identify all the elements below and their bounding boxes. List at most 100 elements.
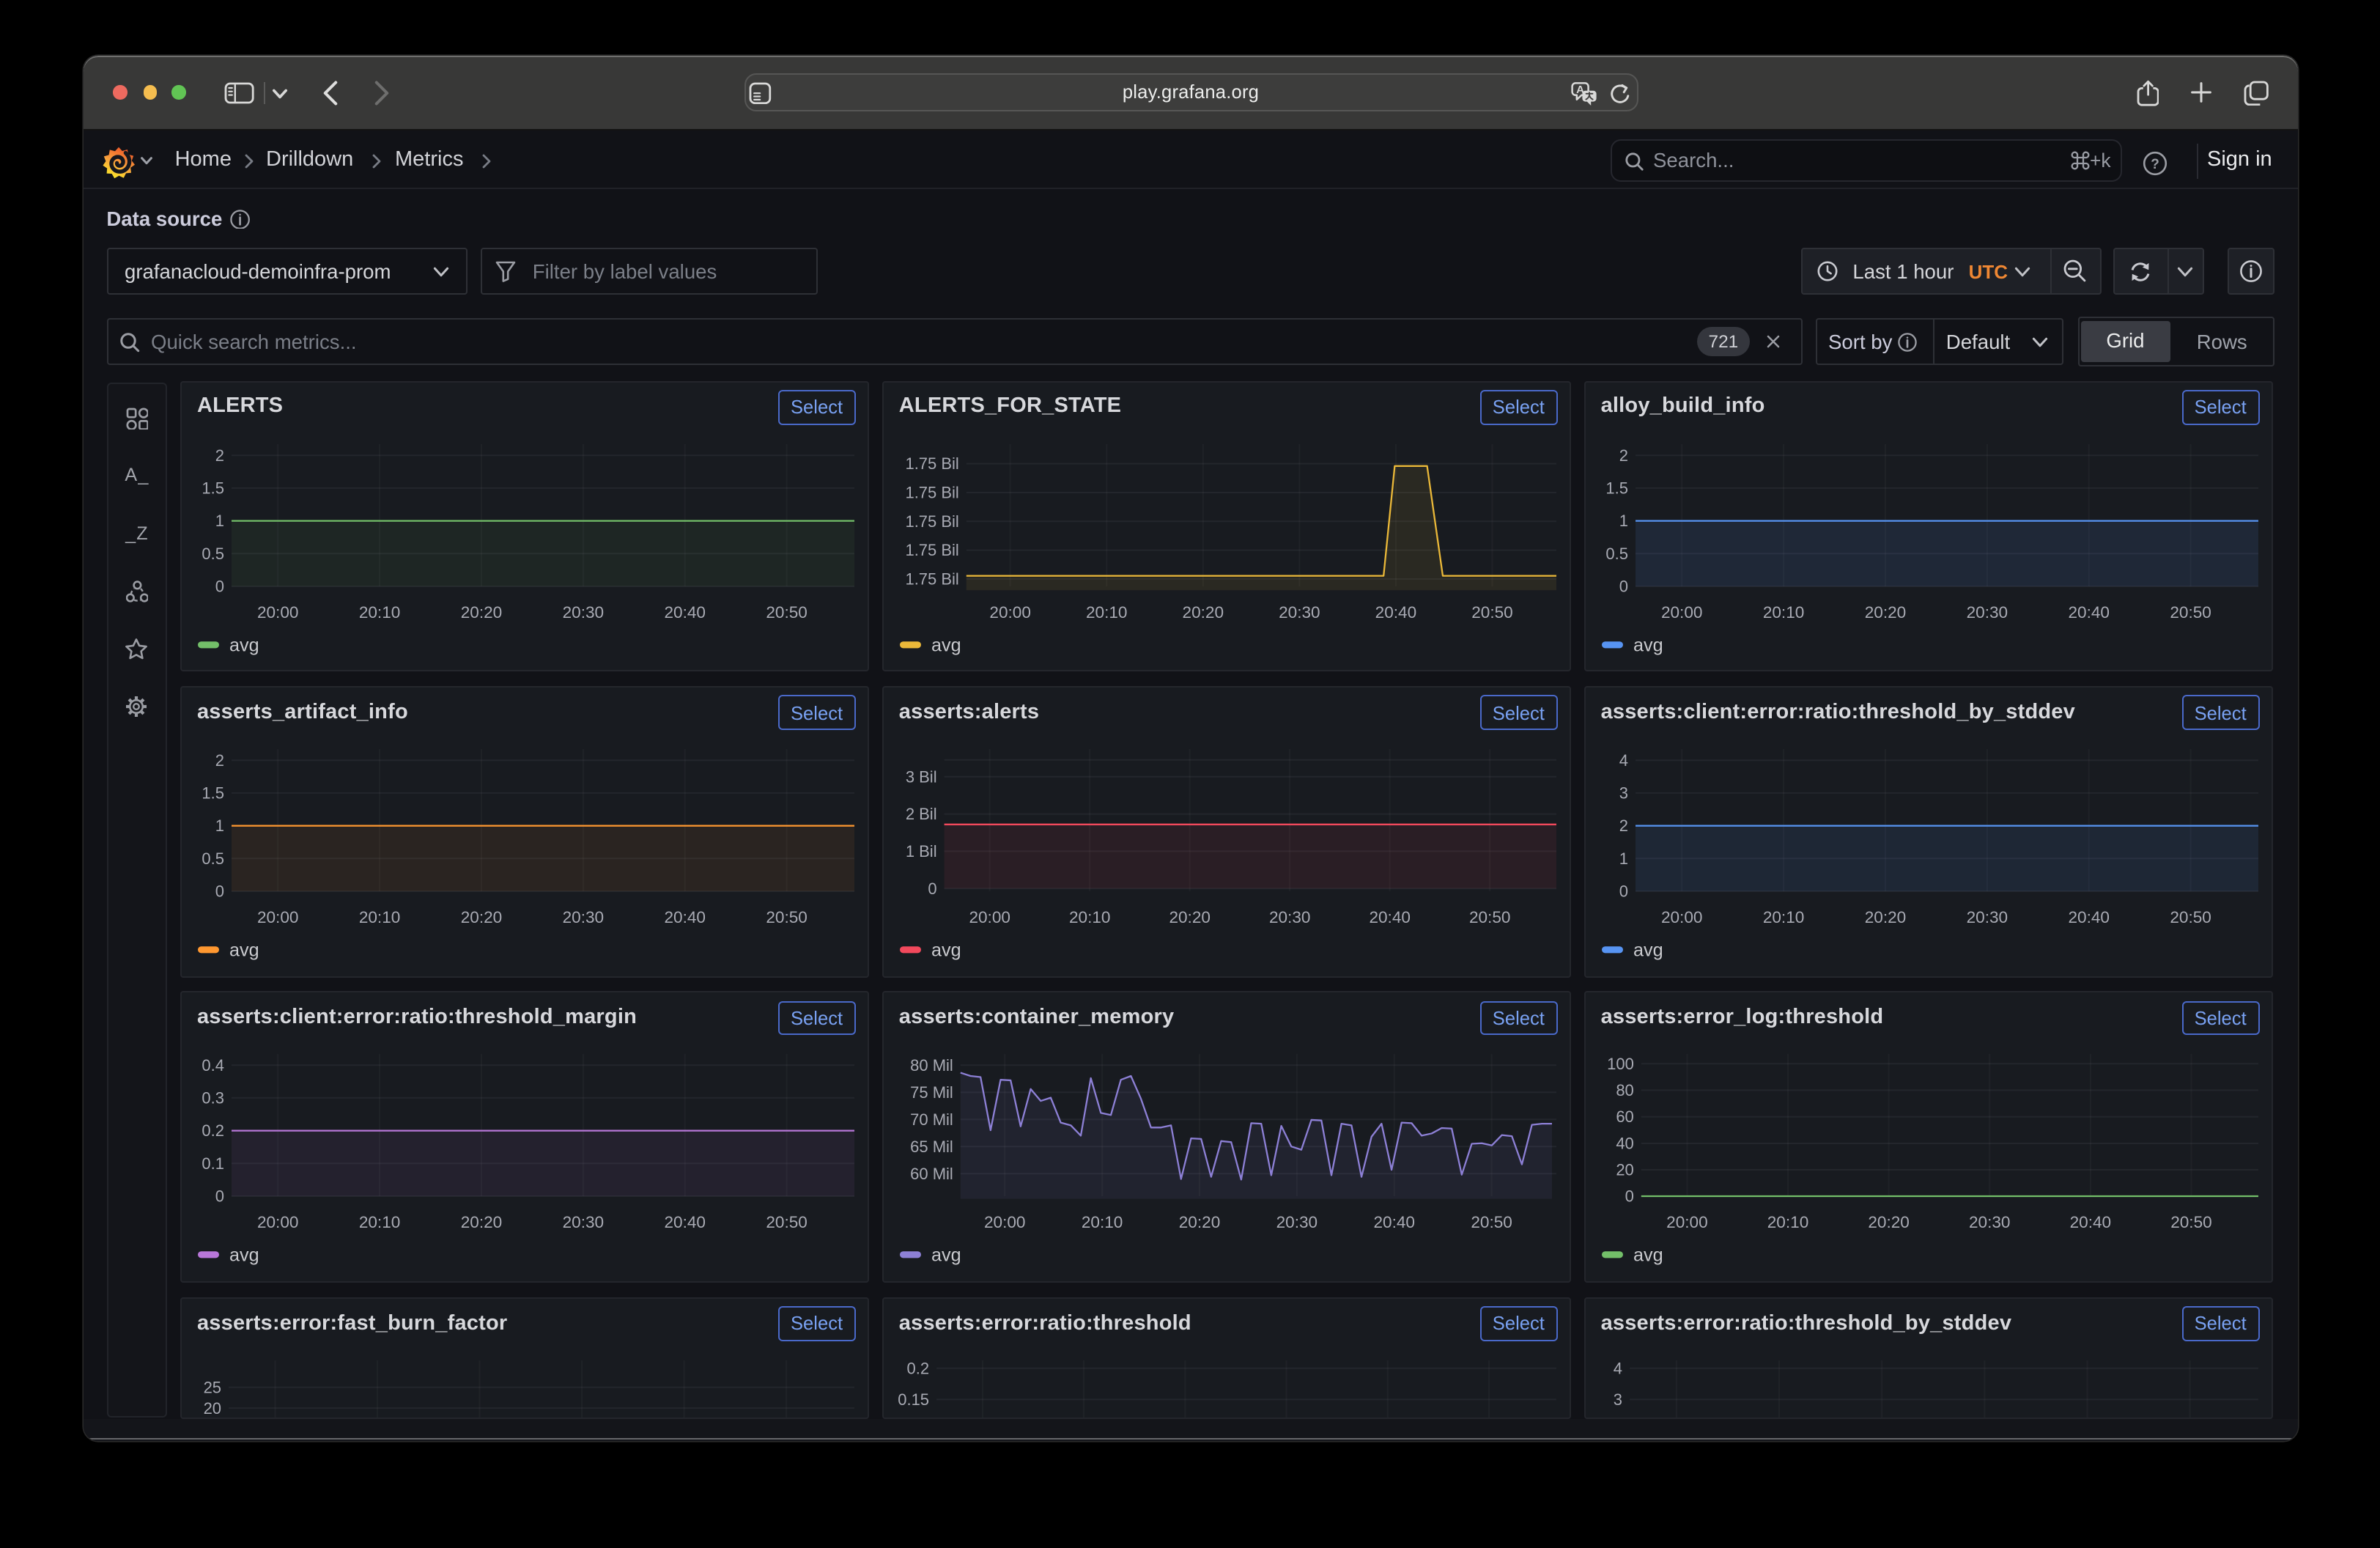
svg-text:0: 0	[215, 1187, 224, 1206]
svg-text:0: 0	[1625, 1187, 1633, 1206]
svg-text:avg: avg	[229, 1245, 259, 1266]
svg-text:20:10: 20:10	[1762, 908, 1804, 926]
svg-text:20:50: 20:50	[766, 1214, 808, 1232]
svg-text:20:30: 20:30	[1966, 602, 2008, 621]
svg-text:0: 0	[215, 882, 224, 901]
svg-text:20:30: 20:30	[1269, 908, 1311, 926]
svg-text:20:00: 20:00	[1660, 908, 1702, 926]
svg-text:20:00: 20:00	[257, 602, 299, 621]
svg-text:20:20: 20:20	[460, 908, 502, 926]
svg-text:avg: avg	[229, 940, 259, 960]
svg-text:0.5: 0.5	[1605, 544, 1628, 562]
svg-text:20:40: 20:40	[2069, 1214, 2111, 1232]
svg-text:20:10: 20:10	[1069, 908, 1111, 926]
svg-text:20:50: 20:50	[2170, 1214, 2212, 1232]
svg-text:20:50: 20:50	[1471, 1214, 1512, 1232]
svg-text:1 Bil: 1 Bil	[905, 842, 936, 860]
svg-text:avg: avg	[229, 635, 259, 655]
svg-text:0: 0	[928, 880, 936, 898]
svg-text:3 Bil: 3 Bil	[905, 767, 936, 786]
svg-text:20:30: 20:30	[562, 1214, 604, 1232]
svg-text:20:50: 20:50	[1471, 602, 1513, 621]
svg-text:20:20: 20:20	[460, 602, 502, 621]
svg-text:0.3: 0.3	[202, 1089, 224, 1107]
svg-text:60 Mil: 60 Mil	[910, 1165, 953, 1184]
svg-text:1.75 Bil: 1.75 Bil	[905, 540, 958, 559]
svg-text:20:50: 20:50	[2170, 908, 2211, 926]
svg-text:1.5: 1.5	[202, 479, 224, 497]
svg-text:1.5: 1.5	[202, 784, 224, 802]
svg-text:1: 1	[215, 511, 224, 529]
svg-text:0: 0	[215, 577, 224, 595]
svg-text:20:00: 20:00	[989, 602, 1031, 621]
svg-text:20:40: 20:40	[664, 908, 706, 926]
svg-text:20:00: 20:00	[257, 1214, 299, 1232]
svg-text:20:30: 20:30	[562, 908, 604, 926]
svg-text:20:20: 20:20	[460, 1214, 502, 1232]
svg-text:25: 25	[203, 1378, 221, 1396]
svg-text:20:20: 20:20	[1864, 908, 1906, 926]
svg-text:avg: avg	[931, 1245, 961, 1266]
svg-text:75 Mil: 75 Mil	[910, 1084, 953, 1102]
svg-text:1: 1	[215, 817, 224, 835]
svg-text:20:20: 20:20	[1864, 602, 1906, 621]
svg-text:0.1: 0.1	[202, 1155, 224, 1173]
svg-text:20: 20	[203, 1398, 221, 1417]
svg-text:2: 2	[1619, 817, 1627, 835]
svg-text:1.75 Bil: 1.75 Bil	[905, 512, 958, 530]
svg-text:20:00: 20:00	[257, 908, 299, 926]
svg-text:0.2: 0.2	[202, 1122, 224, 1140]
svg-text:20:50: 20:50	[2170, 602, 2211, 621]
svg-text:1.75 Bil: 1.75 Bil	[905, 483, 958, 501]
svg-text:4: 4	[1613, 1359, 1622, 1377]
svg-text:avg: avg	[931, 940, 961, 960]
svg-text:20:50: 20:50	[766, 908, 808, 926]
svg-text:20:10: 20:10	[1762, 602, 1804, 621]
svg-text:20:20: 20:20	[1868, 1214, 1910, 1232]
svg-text:0.4: 0.4	[202, 1057, 224, 1075]
svg-text:20:50: 20:50	[1469, 908, 1511, 926]
svg-text:1.75 Bil: 1.75 Bil	[905, 454, 958, 472]
svg-text:1: 1	[1619, 511, 1627, 529]
svg-text:avg: avg	[1633, 1245, 1663, 1266]
svg-text:0.5: 0.5	[202, 849, 224, 868]
svg-text:avg: avg	[1633, 940, 1663, 960]
svg-text:20:30: 20:30	[1966, 908, 2008, 926]
svg-text:2 Bil: 2 Bil	[905, 805, 936, 823]
svg-text:1.5: 1.5	[1605, 479, 1628, 497]
svg-text:20:10: 20:10	[1081, 1214, 1123, 1232]
svg-text:1.75 Bil: 1.75 Bil	[905, 570, 958, 588]
svg-text:20:50: 20:50	[766, 602, 808, 621]
svg-text:20:20: 20:20	[1178, 1214, 1220, 1232]
svg-text:20:10: 20:10	[359, 602, 401, 621]
svg-text:0: 0	[1619, 577, 1627, 595]
svg-text:20:30: 20:30	[562, 602, 604, 621]
svg-text:80 Mil: 80 Mil	[910, 1057, 953, 1075]
svg-text:0.15: 0.15	[898, 1390, 929, 1409]
svg-text:20:30: 20:30	[1279, 602, 1320, 621]
svg-text:20:40: 20:40	[1369, 908, 1411, 926]
svg-text:70 Mil: 70 Mil	[910, 1111, 953, 1129]
svg-text:20:30: 20:30	[1968, 1214, 2010, 1232]
svg-text:2: 2	[215, 751, 224, 770]
svg-text:20:10: 20:10	[1767, 1214, 1808, 1232]
svg-text:60: 60	[1616, 1108, 1633, 1127]
svg-text:20:10: 20:10	[359, 908, 401, 926]
svg-text:0.2: 0.2	[906, 1359, 929, 1377]
svg-text:20:20: 20:20	[1182, 602, 1224, 621]
svg-text:20:40: 20:40	[664, 602, 706, 621]
svg-text:20:20: 20:20	[1169, 908, 1211, 926]
svg-text:20:40: 20:40	[2068, 908, 2110, 926]
svg-text:80: 80	[1616, 1082, 1633, 1100]
svg-text:4: 4	[1619, 751, 1627, 770]
svg-text:20:40: 20:40	[2068, 602, 2110, 621]
svg-text:2: 2	[215, 446, 224, 464]
svg-text:1: 1	[1619, 849, 1627, 868]
svg-text:20:40: 20:40	[664, 1214, 706, 1232]
svg-text:40: 40	[1616, 1135, 1633, 1153]
svg-text:20:40: 20:40	[1375, 602, 1416, 621]
svg-text:20:10: 20:10	[359, 1214, 401, 1232]
svg-text:20:30: 20:30	[1276, 1214, 1318, 1232]
svg-text:3: 3	[1619, 784, 1627, 802]
svg-text:20:00: 20:00	[1666, 1214, 1708, 1232]
